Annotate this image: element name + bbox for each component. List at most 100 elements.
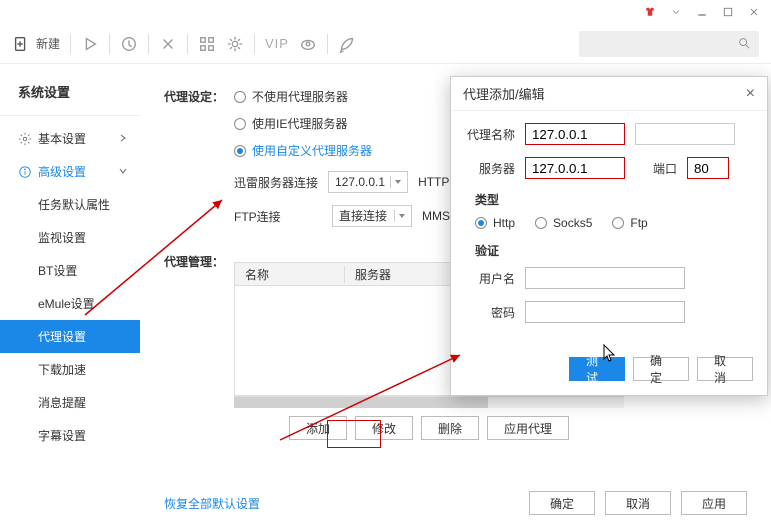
server-label: 服务器 (465, 160, 515, 177)
dropdown-icon[interactable] (669, 5, 683, 19)
proxy-option-none[interactable]: 不使用代理服务器 (234, 88, 372, 105)
add-button[interactable]: 添加 (289, 416, 347, 440)
proxy-manage-label: 代理管理： (164, 253, 234, 270)
dialog-cancel-button[interactable]: 取消 (697, 357, 753, 381)
port-input[interactable] (687, 157, 729, 179)
sidebar-advanced-settings[interactable]: 高级设置 (0, 155, 140, 188)
main-toolbar: 新建 VIP (0, 24, 771, 64)
chevron-down-icon (118, 165, 128, 179)
proxy-name-input[interactable] (525, 123, 625, 145)
http-label: HTTP (418, 175, 449, 189)
minimize-icon[interactable] (695, 5, 709, 19)
dialog-title: 代理添加/编辑 (463, 84, 545, 103)
server-input[interactable] (525, 157, 625, 179)
horizontal-scrollbar[interactable] (234, 396, 624, 408)
table-header-name[interactable]: 名称 (235, 266, 345, 283)
settings-sidebar: 系统设置 基本设置 高级设置 任务默认属性 监视设置 BT设置 eMule设置 … (0, 64, 140, 531)
auth-label: 验证 (475, 242, 753, 259)
separator (254, 34, 255, 54)
search-icon (737, 36, 751, 50)
delete-icon[interactable] (159, 35, 177, 53)
gear-icon[interactable] (226, 35, 244, 53)
window-titlebar (0, 0, 771, 24)
type-option-ftp[interactable]: Ftp (612, 216, 647, 230)
username-input[interactable] (525, 267, 685, 289)
proxy-edit-dialog: 代理添加/编辑 × 代理名称 服务器 端口 类型 Http Socks5 Ftp… (450, 76, 768, 396)
delete-button[interactable]: 删除 (421, 416, 479, 440)
new-label: 新建 (36, 35, 60, 52)
radio-checked-icon (234, 145, 246, 157)
sidebar-title: 系统设置 (0, 82, 140, 116)
sidebar-item-label: 下载加速 (38, 361, 86, 378)
ftp-conn-select[interactable]: 直接连接 (332, 205, 412, 227)
sidebar-item-bt[interactable]: BT设置 (0, 254, 140, 287)
password-input[interactable] (525, 301, 685, 323)
mms-label: MMS (422, 209, 450, 223)
separator (109, 34, 110, 54)
sidebar-item-proxy[interactable]: 代理设置 (0, 320, 140, 353)
xunlei-conn-label: 迅雷服务器连接 (234, 174, 318, 191)
radio-icon (612, 217, 624, 229)
sidebar-item-label: 消息提醒 (38, 394, 86, 411)
sidebar-item-monitor[interactable]: 监视设置 (0, 221, 140, 254)
rocket-icon[interactable] (338, 35, 356, 53)
sidebar-item-subtitle[interactable]: 字幕设置 (0, 419, 140, 452)
sidebar-item-label: BT设置 (38, 262, 77, 279)
separator (187, 34, 188, 54)
maximize-icon[interactable] (721, 5, 735, 19)
play-icon[interactable] (81, 35, 99, 53)
proxy-name-label: 代理名称 (465, 126, 515, 143)
port-label: 端口 (653, 160, 677, 177)
sidebar-item-task-defaults[interactable]: 任务默认属性 (0, 188, 140, 221)
chevron-right-icon (118, 132, 128, 146)
shirt-icon[interactable] (643, 5, 657, 19)
pass-label: 密码 (465, 304, 515, 321)
restore-defaults-link[interactable]: 恢复全部默认设置 (164, 495, 260, 512)
gear-icon (18, 132, 32, 146)
sidebar-item-emule[interactable]: eMule设置 (0, 287, 140, 320)
radio-icon (234, 118, 246, 130)
new-button[interactable]: 新建 (12, 35, 60, 53)
proxy-option-custom[interactable]: 使用自定义代理服务器 (234, 142, 372, 159)
search-input[interactable] (579, 31, 759, 57)
dialog-ok-button[interactable]: 确定 (633, 357, 689, 381)
sidebar-item-label: 代理设置 (38, 328, 86, 345)
sidebar-item-label: 监视设置 (38, 229, 86, 246)
sidebar-item-notify[interactable]: 消息提醒 (0, 386, 140, 419)
piggy-icon[interactable] (299, 35, 317, 53)
radio-icon (234, 91, 246, 103)
type-option-socks5[interactable]: Socks5 (535, 216, 592, 230)
cancel-button[interactable]: 取消 (605, 491, 671, 515)
proxy-name-extra[interactable] (635, 123, 735, 145)
sidebar-item-accelerate[interactable]: 下载加速 (0, 353, 140, 386)
user-label: 用户名 (465, 270, 515, 287)
ftp-conn-label: FTP连接 (234, 208, 322, 225)
proxy-section-label: 代理设定： (164, 88, 234, 159)
info-icon (18, 165, 32, 179)
sidebar-basic-settings[interactable]: 基本设置 (0, 122, 140, 155)
test-button[interactable]: 测试 (569, 357, 625, 381)
apply-button[interactable]: 应用 (681, 491, 747, 515)
edit-button[interactable]: 修改 (355, 416, 413, 440)
separator (70, 34, 71, 54)
proxy-option-ie[interactable]: 使用IE代理服务器 (234, 115, 372, 132)
xunlei-conn-select[interactable]: 127.0.0.1 (328, 171, 408, 193)
sidebar-item-label: eMule设置 (38, 295, 95, 312)
vip-label[interactable]: VIP (265, 36, 289, 51)
sidebar-item-label: 基本设置 (38, 130, 86, 147)
separator (327, 34, 328, 54)
separator (148, 34, 149, 54)
radio-icon (535, 217, 547, 229)
qr-icon[interactable] (198, 35, 216, 53)
ok-button[interactable]: 确定 (529, 491, 595, 515)
window-close-icon[interactable] (747, 5, 761, 19)
sidebar-item-label: 字幕设置 (38, 427, 86, 444)
dialog-close-icon[interactable]: × (746, 85, 755, 103)
progress-icon[interactable] (120, 35, 138, 53)
sidebar-item-label: 任务默认属性 (38, 196, 110, 213)
apply-proxy-button[interactable]: 应用代理 (487, 416, 569, 440)
sidebar-item-label: 高级设置 (38, 163, 86, 180)
radio-checked-icon (475, 217, 487, 229)
type-option-http[interactable]: Http (475, 216, 515, 230)
type-label: 类型 (475, 191, 753, 208)
